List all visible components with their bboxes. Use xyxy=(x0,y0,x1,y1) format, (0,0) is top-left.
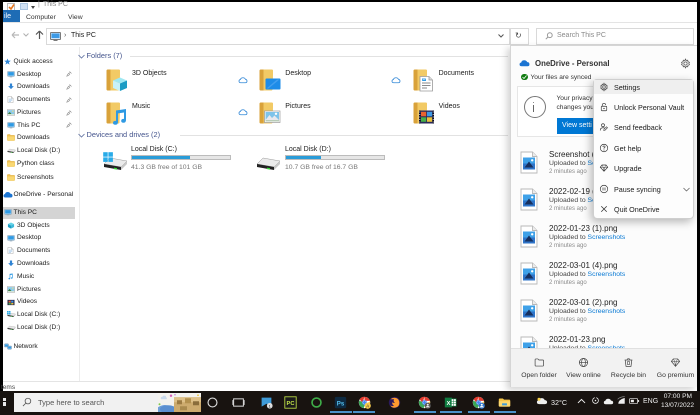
svg-text:X: X xyxy=(447,400,451,406)
svg-text:A: A xyxy=(366,403,369,408)
svg-text:PC: PC xyxy=(287,400,295,406)
svg-text:Ps: Ps xyxy=(337,400,345,407)
